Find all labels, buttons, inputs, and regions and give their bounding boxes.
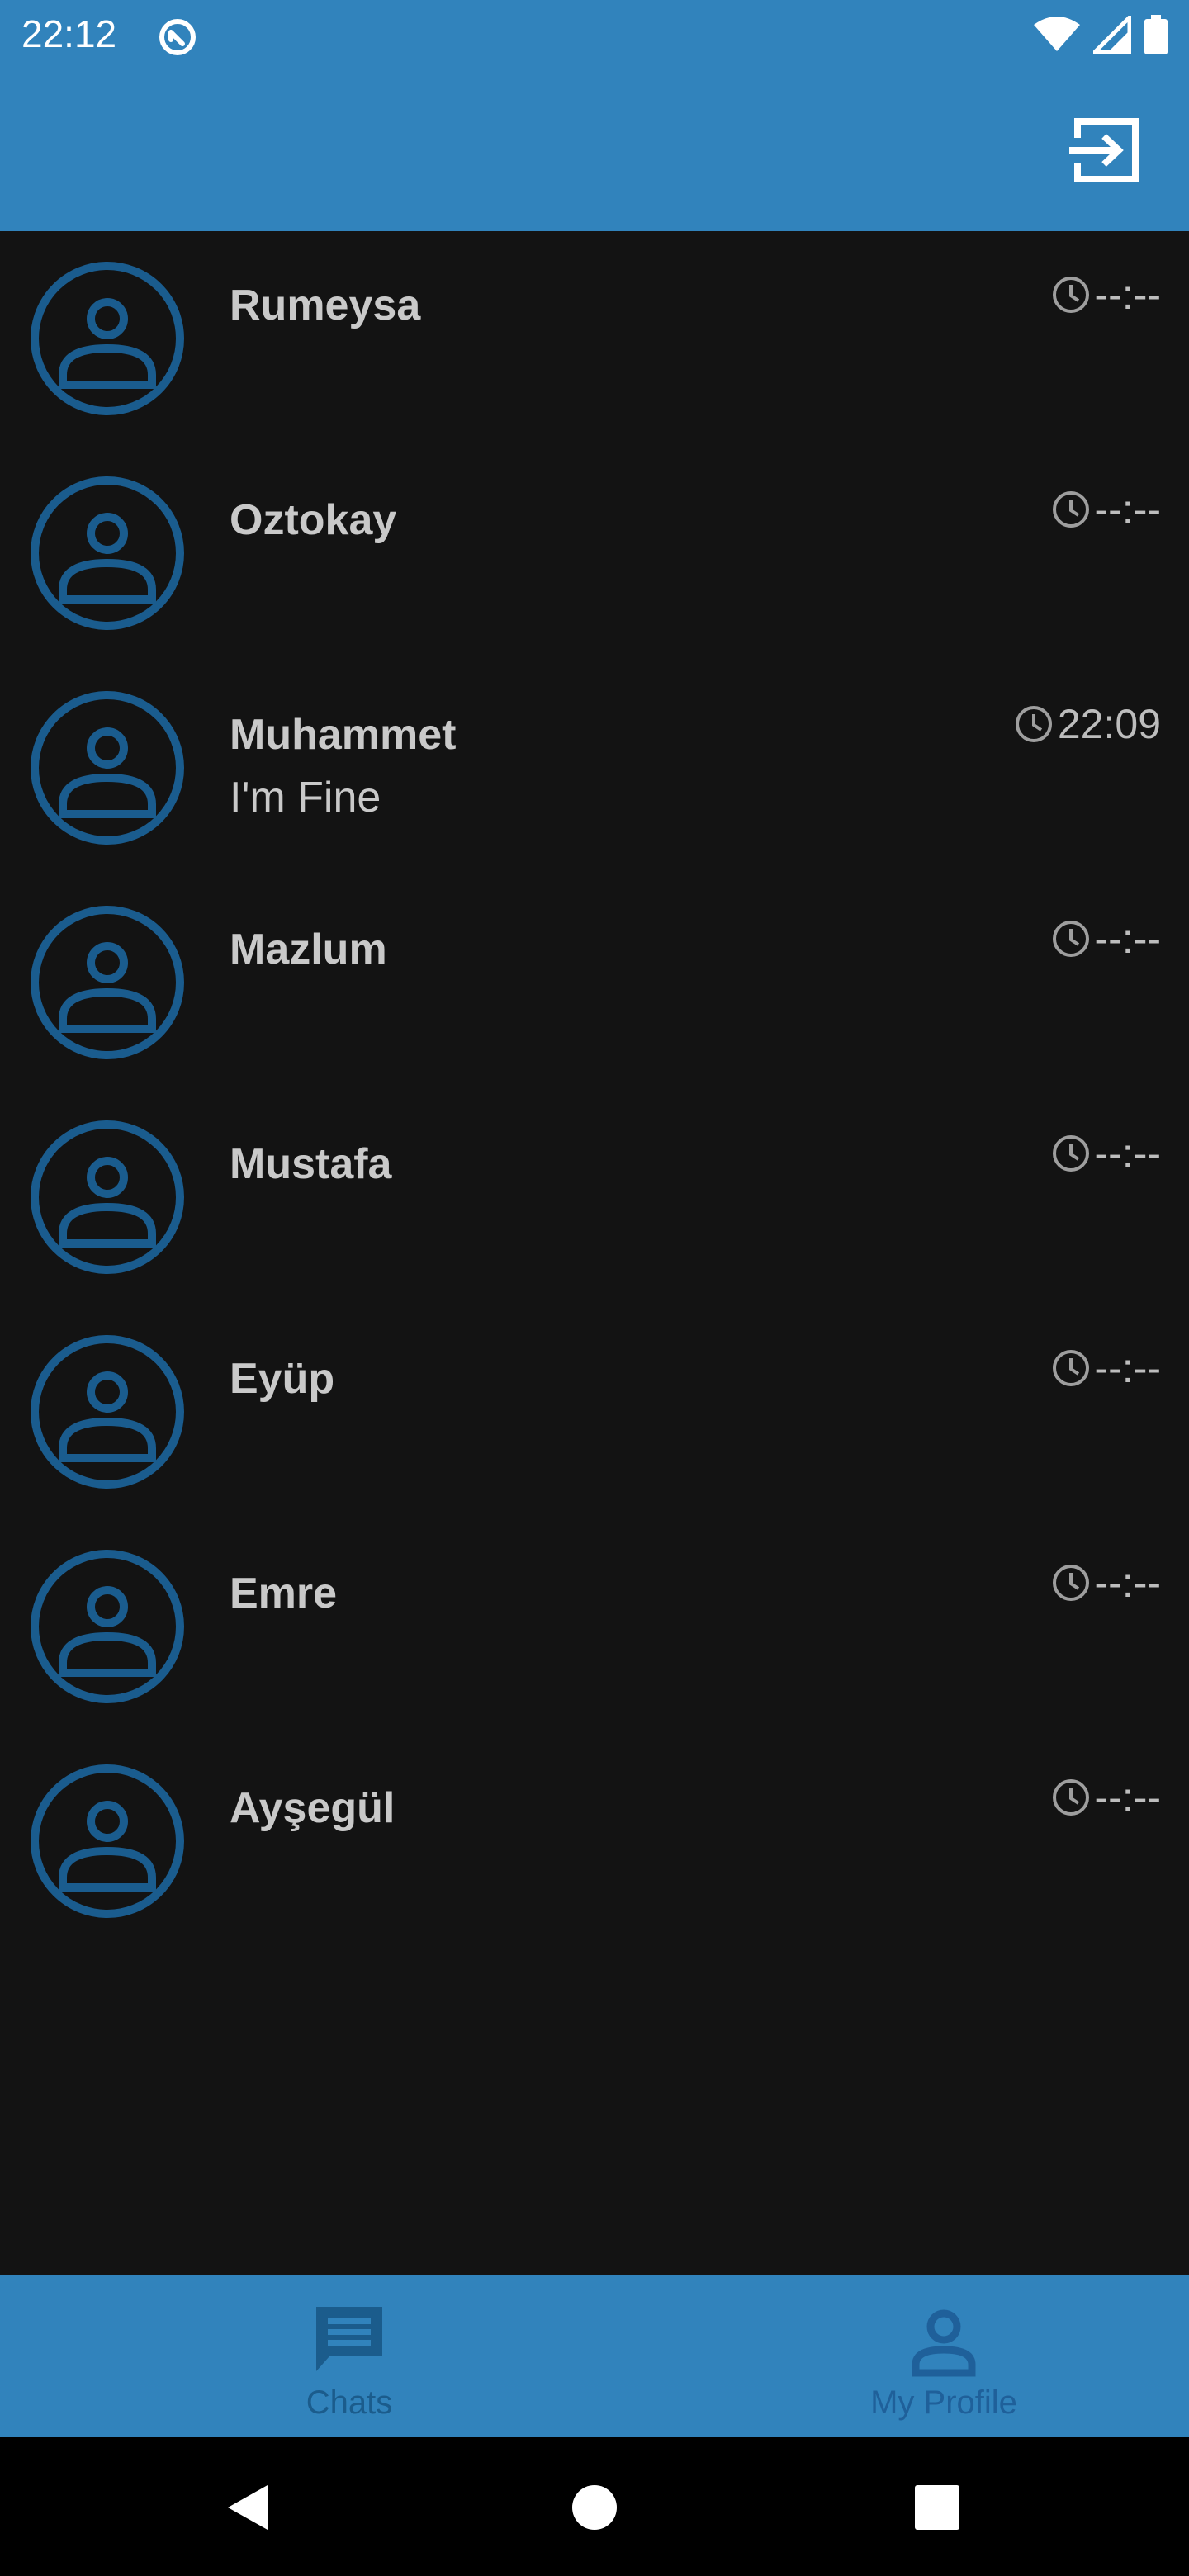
status-bar: 22:12 <box>0 0 1189 69</box>
chat-time-text: --:-- <box>1094 1774 1162 1821</box>
avatar-icon <box>31 1335 184 1489</box>
clock-icon <box>1052 1350 1089 1386</box>
chat-icon <box>316 2307 382 2371</box>
bottom-navigation: Chats My Profile <box>0 2275 1189 2437</box>
chat-time-text: --:-- <box>1094 1560 1162 1606</box>
chat-preview: I'm Fine <box>230 774 381 822</box>
chat-list-item[interactable]: Emre --:-- <box>0 1519 1189 1734</box>
chat-name: Ayşegül <box>230 1784 396 1832</box>
clock-icon <box>1052 277 1089 313</box>
chat-list-item[interactable]: Rumeysa --:-- <box>0 231 1189 446</box>
chat-time: --:-- <box>1050 271 1162 319</box>
system-navigation-bar <box>0 2437 1189 2576</box>
avatar-icon <box>31 1550 184 1703</box>
chat-time-text: --:-- <box>1094 916 1162 962</box>
logout-button[interactable] <box>1065 111 1148 190</box>
clock-icon <box>1052 1135 1089 1172</box>
chat-name: Mazlum <box>230 926 387 973</box>
status-indicators <box>1034 13 1168 56</box>
avatar-icon <box>31 906 184 1059</box>
chat-time-text: 22:09 <box>1057 701 1161 747</box>
clock-icon <box>1015 706 1052 742</box>
wifi-icon <box>1034 17 1080 51</box>
chat-time-text: --:-- <box>1094 272 1162 318</box>
battery-icon <box>1144 15 1168 54</box>
chat-time-text: --:-- <box>1094 1345 1162 1391</box>
chat-list-item[interactable]: Eyüp --:-- <box>0 1305 1189 1519</box>
clock-icon <box>1052 1565 1089 1601</box>
avatar-icon <box>31 262 184 415</box>
app-notification-icon <box>159 19 196 55</box>
chat-time: 22:09 <box>1013 700 1161 748</box>
chat-time: --:-- <box>1050 1344 1162 1392</box>
chat-time: --:-- <box>1050 915 1162 963</box>
chat-time: --:-- <box>1050 1773 1162 1821</box>
chat-name: Mustafa <box>230 1140 392 1188</box>
chat-time: --:-- <box>1050 485 1162 533</box>
chat-name: Emre <box>230 1570 338 1617</box>
app-screen: 22:12 Rumeysa --:-- Oztokay --:-- Muhamm… <box>0 0 1189 2576</box>
chat-list-item[interactable]: Mustafa --:-- <box>0 1090 1189 1305</box>
chat-time-text: --:-- <box>1094 1130 1162 1177</box>
avatar-icon <box>31 1764 184 1918</box>
tab-chats[interactable]: Chats <box>0 2275 699 2437</box>
status-time: 22:12 <box>21 12 117 55</box>
logout-icon <box>1069 118 1139 182</box>
tab-my-profile[interactable]: My Profile <box>699 2275 1189 2437</box>
person-icon <box>912 2309 976 2377</box>
chat-name: Rumeysa <box>230 282 421 329</box>
clock-icon <box>1052 1779 1089 1816</box>
chat-name: Eyüp <box>230 1355 335 1403</box>
clock-icon <box>1052 921 1089 957</box>
chat-name: Oztokay <box>230 496 397 544</box>
clock-icon <box>1052 491 1089 528</box>
chat-list-item[interactable]: Ayşegül --:-- <box>0 1734 1189 1949</box>
avatar-icon <box>31 691 184 845</box>
chat-list-item[interactable]: Muhammet I'm Fine 22:09 <box>0 661 1189 875</box>
chat-time: --:-- <box>1050 1559 1162 1607</box>
tab-chats-label: Chats <box>306 2384 393 2421</box>
tab-my-profile-label: My Profile <box>870 2384 1017 2421</box>
avatar-icon <box>31 476 184 630</box>
back-icon[interactable] <box>218 2479 276 2536</box>
signal-icon <box>1093 16 1131 54</box>
app-bar: 22:12 <box>0 0 1189 231</box>
recents-icon[interactable] <box>908 2479 966 2536</box>
chat-name: Muhammet <box>230 711 457 759</box>
home-icon[interactable] <box>566 2479 623 2536</box>
chat-time-text: --:-- <box>1094 486 1162 533</box>
chat-list: Rumeysa --:-- Oztokay --:-- Muhammet I'm… <box>0 231 1189 1949</box>
chat-list-item[interactable]: Oztokay --:-- <box>0 446 1189 661</box>
chat-time: --:-- <box>1050 1129 1162 1177</box>
avatar-icon <box>31 1120 184 1274</box>
chat-list-item[interactable]: Mazlum --:-- <box>0 875 1189 1090</box>
